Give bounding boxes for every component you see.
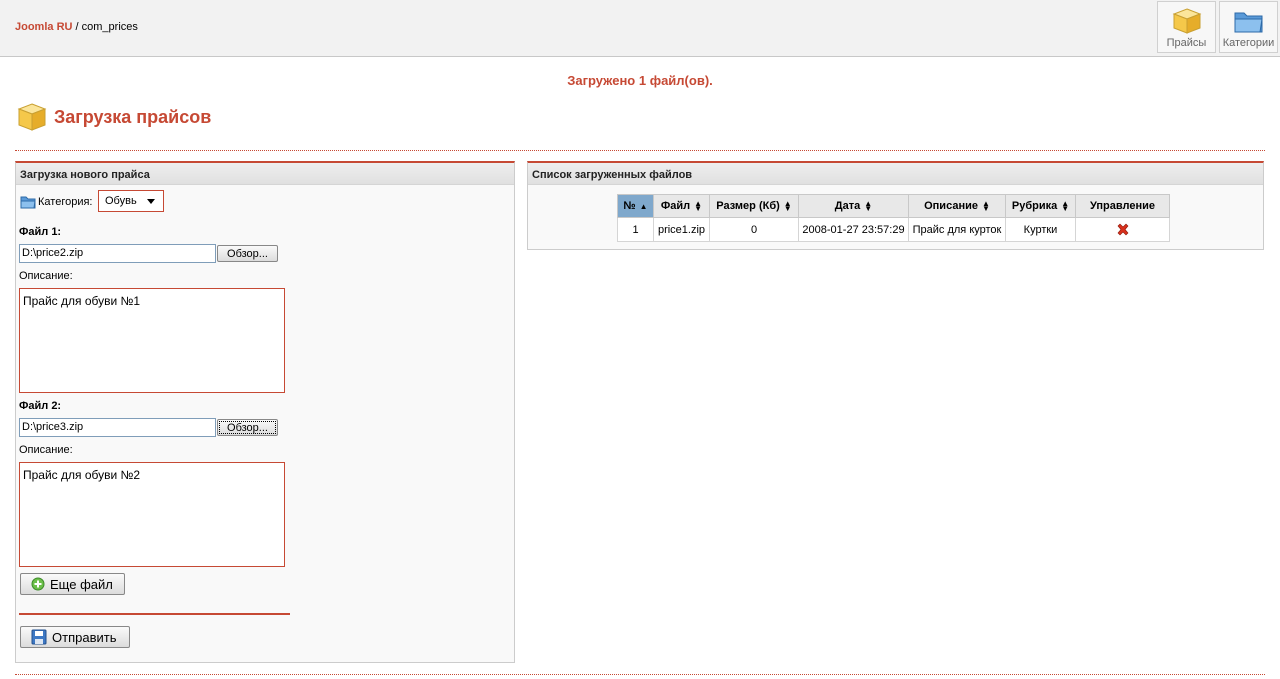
- cell-size: 0: [709, 217, 799, 242]
- desc2-label: Описание:: [19, 444, 73, 456]
- submit-button[interactable]: Отправить: [20, 626, 130, 648]
- chevron-down-icon: [147, 199, 155, 204]
- cell-category: Куртки: [1005, 217, 1076, 242]
- cell-date: 2008-01-27 23:57:29: [798, 217, 909, 242]
- desc1-textarea[interactable]: Прайс для обуви №1: [19, 288, 285, 393]
- prices-button-label: Прайсы: [1166, 37, 1207, 49]
- sort-icon: ▲ ▼: [864, 199, 873, 214]
- toolbar: Прайсы Категории: [1157, 1, 1278, 53]
- prices-button[interactable]: Прайсы: [1157, 1, 1216, 53]
- table-row: 1 price1.zip 0 2008-01-27 23:57:29 Прайс…: [617, 217, 1170, 242]
- add-file-button-label: Еще файл: [50, 576, 113, 592]
- cell-description: Прайс для курток: [908, 217, 1006, 242]
- sort-icon: ▲ ▼: [783, 199, 792, 214]
- box-icon: [1172, 8, 1201, 34]
- category-select-value: Обувь: [105, 195, 137, 207]
- breadcrumb-component: com_prices: [81, 21, 138, 33]
- sort-icon: ▲ ▼: [981, 199, 990, 214]
- file2-input[interactable]: D:\price3.zip: [19, 418, 216, 437]
- page-title: Загрузка прайсов: [54, 106, 212, 127]
- footer-divider: [15, 674, 1265, 675]
- sort-icon: ▲ ▼: [694, 199, 703, 214]
- category-label: Категория:: [38, 196, 93, 208]
- breadcrumb-separator: /: [72, 21, 82, 33]
- breadcrumb-site-link[interactable]: Joomla RU: [15, 21, 72, 33]
- desc1-label: Описание:: [19, 270, 73, 282]
- submit-button-label: Отправить: [52, 629, 117, 645]
- column-header-description[interactable]: Описание ▲ ▼: [908, 194, 1006, 218]
- file1-label: Файл 1:: [19, 226, 62, 238]
- table-header-row: № ▲ Файл ▲ ▼ Размер (Кб) ▲ ▼ Дата ▲ ▼ Описание ▲…: [617, 194, 1170, 218]
- cell-actions: [1075, 217, 1170, 242]
- column-header-category[interactable]: Рубрика ▲ ▼: [1005, 194, 1076, 218]
- sort-asc-icon: ▲: [639, 201, 648, 211]
- cell-num: 1: [617, 217, 654, 242]
- divider: [19, 613, 290, 615]
- folder-icon: [20, 196, 36, 209]
- upload-panel: Загрузка нового прайса Категория: Обувь …: [15, 161, 515, 663]
- column-header-date[interactable]: Дата ▲ ▼: [798, 194, 909, 218]
- file2-browse-button[interactable]: Обзор...: [217, 419, 278, 436]
- status-message: Загружено 1 файл(ов).: [567, 73, 713, 88]
- header-bar: Joomla RU / com_prices Прайсы Категории: [0, 0, 1280, 57]
- files-panel: Список загруженных файлов № ▲ Файл ▲ ▼ Разм…: [527, 161, 1264, 250]
- cell-file: price1.zip: [653, 217, 710, 242]
- box-icon: [17, 103, 47, 131]
- divider: [15, 150, 1265, 151]
- page-title-row: Загрузка прайсов: [17, 102, 211, 132]
- file1-browse-button[interactable]: Обзор...: [217, 245, 278, 262]
- column-header-actions: Управление: [1075, 194, 1170, 218]
- files-table: № ▲ Файл ▲ ▼ Размер (Кб) ▲ ▼ Дата ▲ ▼ Описание ▲…: [617, 194, 1170, 242]
- file2-label: Файл 2:: [19, 400, 62, 412]
- breadcrumb: Joomla RU / com_prices: [15, 21, 138, 33]
- files-panel-heading: Список загруженных файлов: [528, 163, 1263, 185]
- plus-circle-icon: [31, 577, 45, 591]
- delete-icon[interactable]: [1116, 223, 1130, 237]
- sort-icon: ▲ ▼: [1061, 199, 1070, 214]
- desc2-textarea[interactable]: Прайс для обуви №2: [19, 462, 285, 567]
- save-icon: [31, 629, 47, 645]
- categories-button-label: Категории: [1222, 37, 1275, 49]
- add-file-button[interactable]: Еще файл: [20, 573, 125, 595]
- folder-icon: [1234, 12, 1263, 33]
- upload-panel-heading: Загрузка нового прайса: [16, 163, 514, 185]
- file1-input[interactable]: D:\price2.zip: [19, 244, 216, 263]
- column-header-num[interactable]: № ▲: [617, 194, 654, 218]
- column-header-size[interactable]: Размер (Кб) ▲ ▼: [709, 194, 799, 218]
- category-select[interactable]: Обувь: [98, 190, 164, 212]
- categories-button[interactable]: Категории: [1219, 1, 1278, 53]
- column-header-file[interactable]: Файл ▲ ▼: [653, 194, 710, 218]
